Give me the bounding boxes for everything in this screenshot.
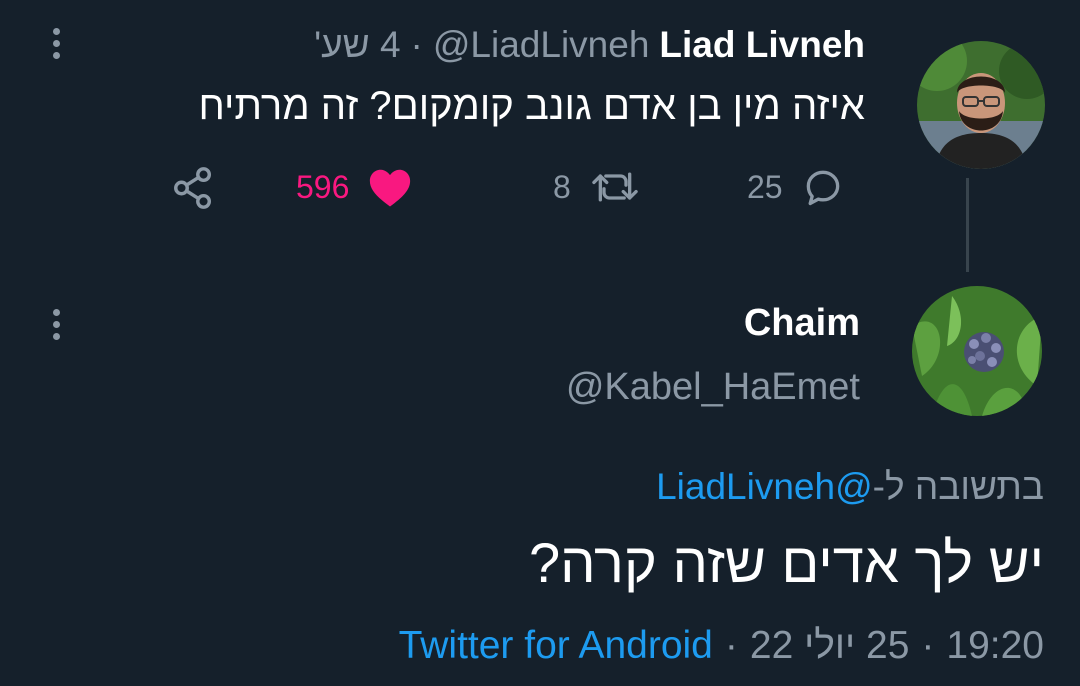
reply-date: 25 יולי 22	[749, 624, 910, 667]
parent-more-options-icon[interactable]	[49, 28, 63, 59]
reply-more-options-icon[interactable]	[49, 309, 63, 340]
client-link[interactable]: Twitter for Android	[399, 624, 713, 668]
reply-tweet-text: יש לך אדים שזה קרה?	[529, 531, 1044, 594]
parent-avatar[interactable]	[917, 41, 1045, 169]
reply-author-handle[interactable]: @Kabel_HaEmet	[566, 366, 860, 409]
replying-to-prefix: בתשובה ל-	[872, 466, 1044, 507]
person-photo-icon	[917, 41, 1045, 169]
thread-connector-line	[966, 178, 969, 272]
replying-to-handle-link[interactable]: @LiadLivneh	[656, 466, 873, 507]
like-button[interactable]: 596	[296, 165, 413, 209]
share-icon	[174, 167, 212, 209]
reply-metadata-line: Twitter for Android · 25 יולי 22 · 19:20	[399, 624, 1044, 668]
parent-header-separator: ·	[410, 24, 423, 65]
parent-header: 4 שע' · @LiadLivneh Liad Livneh	[314, 24, 865, 66]
retweet-icon	[592, 172, 638, 202]
plant-photo-icon	[912, 286, 1042, 416]
reply-time: 19:20	[946, 624, 1044, 667]
share-button[interactable]	[170, 165, 216, 211]
reply-author-name[interactable]: Chaim	[744, 302, 860, 345]
parent-author-handle[interactable]: @LiadLivneh	[433, 24, 650, 66]
reply-avatar[interactable]	[912, 286, 1042, 416]
parent-time-ago[interactable]: 4 שע'	[314, 24, 400, 66]
reply-button[interactable]: 25	[747, 165, 845, 209]
parent-author-name[interactable]: Liad Livneh	[659, 24, 865, 66]
metadata-separator-2: ·	[921, 624, 935, 667]
like-count: 596	[296, 168, 350, 205]
retweet-button[interactable]: 8	[553, 165, 641, 209]
reply-icon	[806, 170, 839, 206]
retweet-count: 8	[553, 168, 571, 205]
heart-filled-icon	[370, 169, 411, 207]
replying-to-line: בתשובה ל-@LiadLivneh	[656, 466, 1044, 508]
parent-tweet-text: איזה מין בן אדם גונב קומקום? זה מרתיח	[198, 84, 865, 128]
metadata-separator-1: ·	[724, 624, 738, 667]
reply-count: 25	[747, 168, 783, 205]
